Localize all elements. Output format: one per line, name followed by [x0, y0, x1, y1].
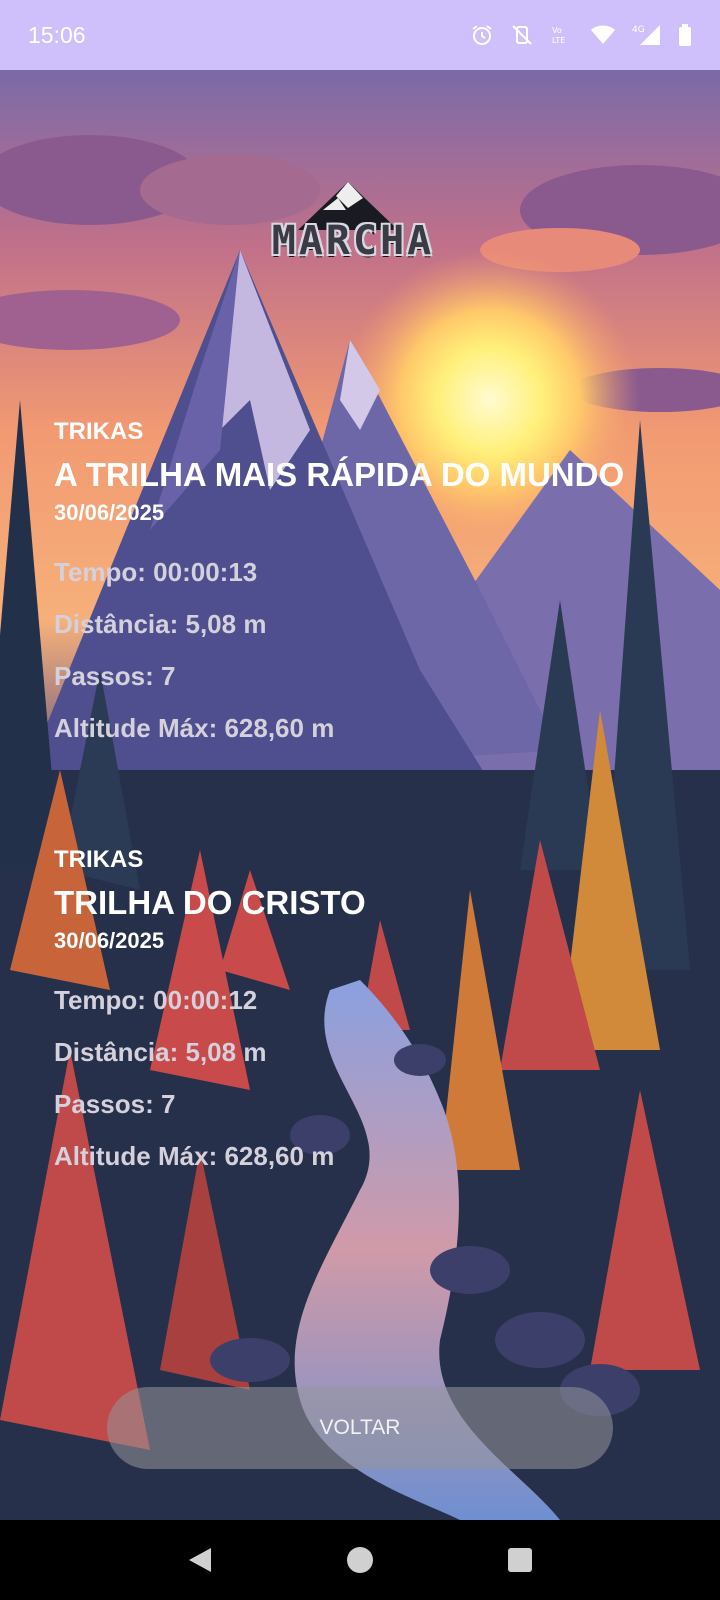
- nav-back-icon[interactable]: [180, 1540, 220, 1580]
- signal-4g-icon: 4G: [632, 25, 660, 45]
- hike-card: TRIKAS TRILHA DO CRISTO 30/06/2025 Tempo…: [54, 838, 674, 1182]
- hike-max-altitude: Altitude Máx: 628,60 m: [54, 1141, 335, 1171]
- hike-date: 30/06/2025: [54, 928, 165, 953]
- back-button[interactable]: VOLTAR: [107, 1387, 613, 1469]
- battery-icon: [679, 24, 691, 46]
- hike-user: TRIKAS: [54, 418, 144, 445]
- volte-icon: Vo LTE: [552, 26, 565, 45]
- hike-time: Tempo: 00:00:13: [54, 557, 258, 587]
- alarm-icon: [472, 25, 492, 45]
- hike-card: TRIKAS A TRILHA MAIS RÁPIDA DO MUNDO 30/…: [54, 410, 674, 754]
- status-icons: Vo LTE 4G: [470, 23, 692, 47]
- hike-title: A TRILHA MAIS RÁPIDA DO MUNDO: [54, 456, 625, 493]
- logo-text: MARCHA: [271, 218, 435, 264]
- status-time: 15:06: [28, 21, 86, 48]
- hike-title: TRILHA DO CRISTO: [54, 884, 366, 921]
- hike-user: TRIKAS: [54, 846, 144, 873]
- svg-text:Vo: Vo: [552, 26, 562, 35]
- status-bar: 15:06 Vo LTE 4G: [0, 0, 720, 70]
- navigation-bar: [0, 1520, 720, 1600]
- wifi-icon: [591, 25, 615, 44]
- hike-list[interactable]: TRIKAS A TRILHA MAIS RÁPIDA DO MUNDO 30/…: [54, 410, 674, 1265]
- hike-steps: Passos: 7: [54, 661, 176, 691]
- hike-steps: Passos: 7: [54, 1089, 176, 1119]
- vibrate-off-icon: [512, 25, 532, 45]
- nav-recents-icon[interactable]: [500, 1540, 540, 1580]
- hike-distance: Distância: 5,08 m: [54, 609, 267, 639]
- hike-distance: Distância: 5,08 m: [54, 1037, 267, 1067]
- svg-text:4G: 4G: [632, 25, 645, 35]
- app-logo: MARCHA: [228, 180, 488, 270]
- nav-home-icon[interactable]: [340, 1540, 380, 1580]
- hike-max-altitude: Altitude Máx: 628,60 m: [54, 713, 335, 743]
- hike-date: 30/06/2025: [54, 500, 165, 525]
- svg-text:LTE: LTE: [552, 36, 565, 45]
- hike-time: Tempo: 00:00:12: [54, 985, 258, 1015]
